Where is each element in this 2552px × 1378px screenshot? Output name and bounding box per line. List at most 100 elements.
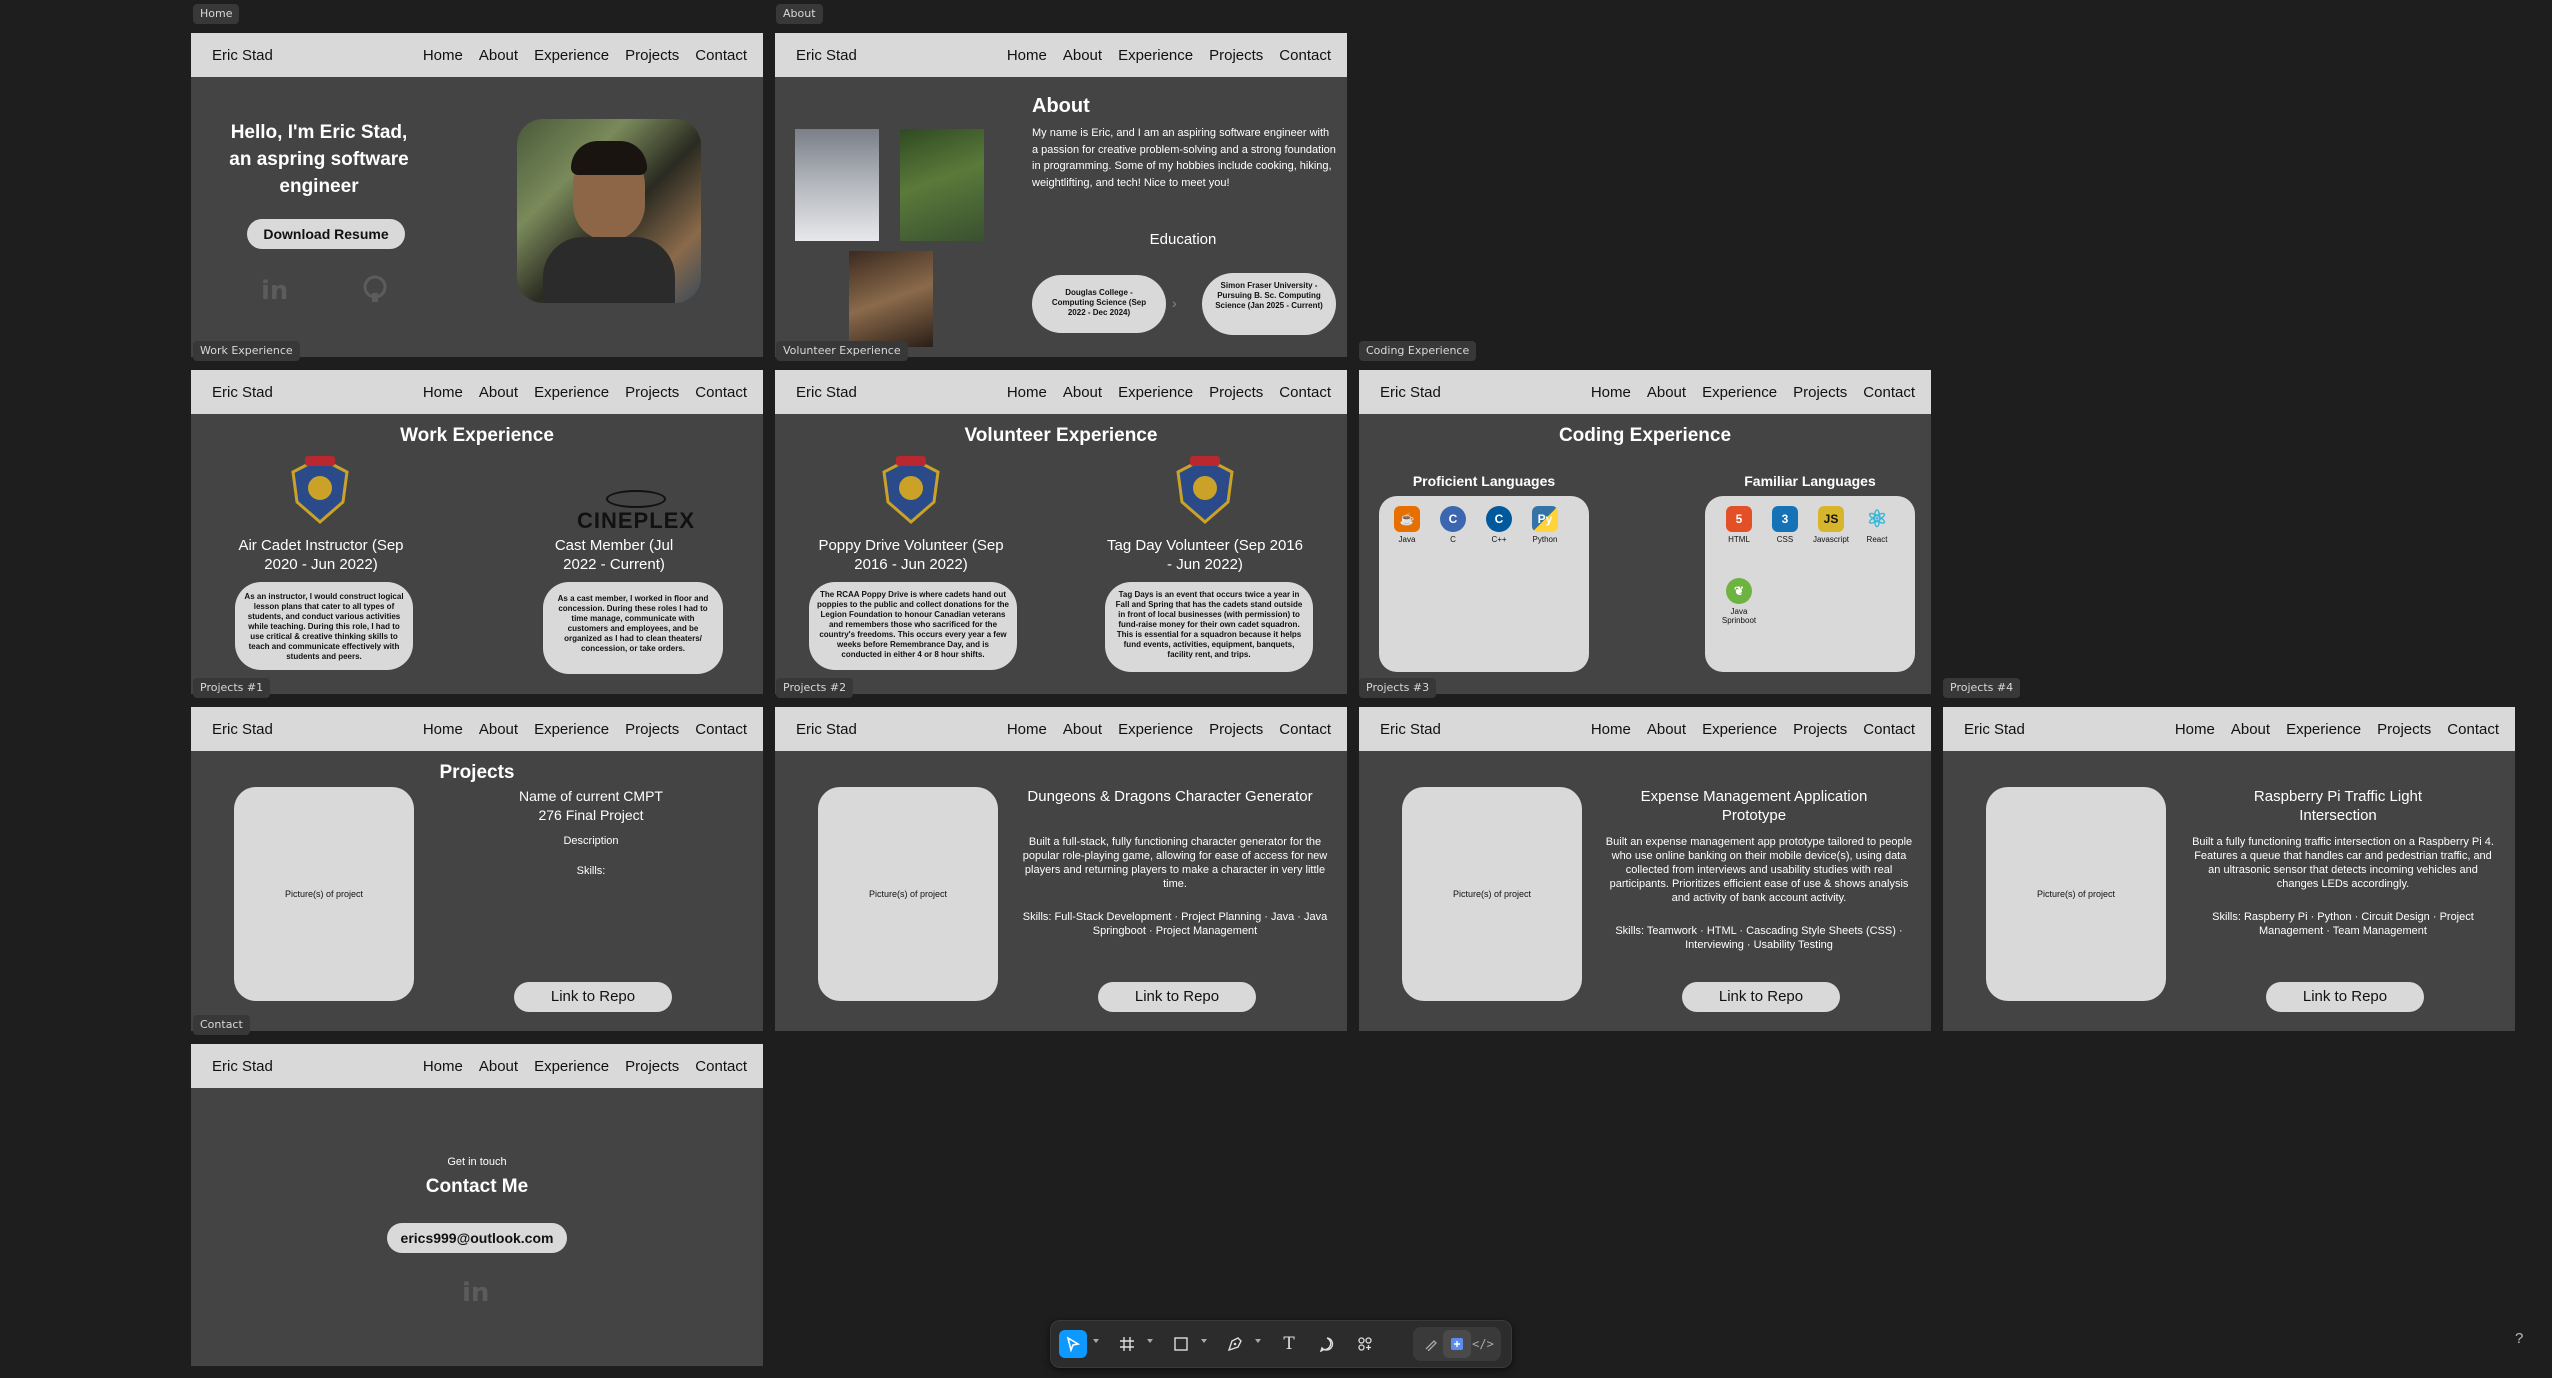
brand[interactable]: Eric Stad — [212, 721, 273, 738]
chevron-down-icon[interactable] — [1255, 1339, 1261, 1343]
linkedin-icon[interactable]: in — [261, 276, 288, 306]
frame-label-projects-1[interactable]: Projects #1 — [193, 678, 271, 698]
chevron-down-icon[interactable] — [1147, 1339, 1153, 1343]
nav-experience[interactable]: Experience — [2286, 721, 2361, 738]
brand[interactable]: Eric Stad — [212, 1058, 273, 1075]
frame-contact[interactable]: Eric Stad Home About Experience Projects… — [191, 1044, 763, 1366]
nav-contact[interactable]: Contact — [1279, 721, 1331, 738]
nav-contact[interactable]: Contact — [695, 1058, 747, 1075]
linkedin-icon[interactable]: in — [462, 1278, 489, 1308]
brand[interactable]: Eric Stad — [1380, 721, 1441, 738]
brand[interactable]: Eric Stad — [212, 384, 273, 401]
nav-home[interactable]: Home — [1007, 47, 1047, 64]
frame-label-home[interactable]: Home — [193, 4, 240, 24]
frame-label-projects-4[interactable]: Projects #4 — [1943, 678, 2021, 698]
frame-label-work[interactable]: Work Experience — [193, 341, 300, 361]
frame-coding-experience[interactable]: Eric Stad Home About Experience Projects… — [1359, 370, 1931, 694]
nav-contact[interactable]: Contact — [1279, 384, 1331, 401]
dev-mode-icon[interactable]: </> — [1469, 1330, 1497, 1358]
frame-label-projects-3[interactable]: Projects #3 — [1359, 678, 1437, 698]
nav-experience[interactable]: Experience — [1118, 384, 1193, 401]
nav-projects[interactable]: Projects — [1793, 721, 1847, 738]
frame-volunteer-experience[interactable]: Eric Stad Home About Experience Projects… — [775, 370, 1347, 694]
move-tool-button[interactable] — [1059, 1330, 1087, 1358]
comment-tool-button[interactable] — [1313, 1330, 1341, 1358]
email-pill[interactable]: erics999@outlook.com — [387, 1223, 567, 1253]
nav-projects[interactable]: Projects — [1209, 47, 1263, 64]
brand[interactable]: Eric Stad — [796, 721, 857, 738]
design-mode-icon[interactable] — [1443, 1330, 1471, 1358]
nav-contact[interactable]: Contact — [1863, 721, 1915, 738]
frame-projects-2[interactable]: Eric Stad Home About Experience Projects… — [775, 707, 1347, 1031]
pen-tool-button[interactable] — [1221, 1330, 1249, 1358]
frame-about[interactable]: Eric Stad Home About Experience Projects… — [775, 33, 1347, 357]
nav-home[interactable]: Home — [423, 384, 463, 401]
frame-projects-4[interactable]: Eric Stad Home About Experience Projects… — [1943, 707, 2515, 1031]
nav-contact[interactable]: Contact — [695, 721, 747, 738]
nav-home[interactable]: Home — [1591, 721, 1631, 738]
nav-projects[interactable]: Projects — [1209, 384, 1263, 401]
frame-label-about[interactable]: About — [776, 4, 823, 24]
nav-experience[interactable]: Experience — [1702, 721, 1777, 738]
nav-about[interactable]: About — [479, 721, 518, 738]
text-tool-button[interactable]: T — [1275, 1330, 1303, 1358]
nav-contact[interactable]: Contact — [695, 384, 747, 401]
chevron-down-icon[interactable] — [1201, 1339, 1207, 1343]
nav-home[interactable]: Home — [423, 47, 463, 64]
nav-about[interactable]: About — [2231, 721, 2270, 738]
frame-label-contact[interactable]: Contact — [193, 1015, 250, 1035]
frame-label-coding[interactable]: Coding Experience — [1359, 341, 1477, 361]
nav-experience[interactable]: Experience — [534, 721, 609, 738]
nav-about[interactable]: About — [1063, 721, 1102, 738]
nav-about[interactable]: About — [479, 1058, 518, 1075]
nav-home[interactable]: Home — [1007, 384, 1047, 401]
nav-about[interactable]: About — [1647, 384, 1686, 401]
nav-experience[interactable]: Experience — [534, 1058, 609, 1075]
draw-mode-icon[interactable] — [1417, 1330, 1445, 1358]
nav-projects[interactable]: Projects — [1793, 384, 1847, 401]
nav-contact[interactable]: Contact — [695, 47, 747, 64]
nav-projects[interactable]: Projects — [625, 47, 679, 64]
link-to-repo-button[interactable]: Link to Repo — [2266, 982, 2424, 1012]
nav-contact[interactable]: Contact — [1863, 384, 1915, 401]
nav-about[interactable]: About — [1647, 721, 1686, 738]
brand[interactable]: Eric Stad — [1964, 721, 2025, 738]
link-to-repo-button[interactable]: Link to Repo — [514, 982, 672, 1012]
link-to-repo-button[interactable]: Link to Repo — [1098, 982, 1256, 1012]
brand[interactable]: Eric Stad — [796, 384, 857, 401]
github-icon[interactable] — [361, 275, 389, 308]
nav-projects[interactable]: Projects — [625, 1058, 679, 1075]
frame-projects-3[interactable]: Eric Stad Home About Experience Projects… — [1359, 707, 1931, 1031]
nav-home[interactable]: Home — [1007, 721, 1047, 738]
shape-tool-button[interactable] — [1167, 1330, 1195, 1358]
frame-home[interactable]: Eric Stad Home About Experience Projects… — [191, 33, 763, 357]
chevron-down-icon[interactable] — [1093, 1339, 1099, 1343]
nav-contact[interactable]: Contact — [1279, 47, 1331, 64]
nav-experience[interactable]: Experience — [1118, 47, 1193, 64]
nav-home[interactable]: Home — [2175, 721, 2215, 738]
frame-projects-1[interactable]: Eric Stad Home About Experience Projects… — [191, 707, 763, 1031]
nav-home[interactable]: Home — [423, 721, 463, 738]
nav-home[interactable]: Home — [423, 1058, 463, 1075]
brand[interactable]: Eric Stad — [796, 47, 857, 64]
nav-experience[interactable]: Experience — [1702, 384, 1777, 401]
nav-about[interactable]: About — [479, 47, 518, 64]
download-resume-button[interactable]: Download Resume — [247, 219, 405, 249]
frame-work-experience[interactable]: Eric Stad Home About Experience Projects… — [191, 370, 763, 694]
nav-experience[interactable]: Experience — [534, 384, 609, 401]
brand[interactable]: Eric Stad — [212, 47, 273, 64]
nav-projects[interactable]: Projects — [2377, 721, 2431, 738]
nav-about[interactable]: About — [1063, 47, 1102, 64]
nav-experience[interactable]: Experience — [534, 47, 609, 64]
actions-tool-button[interactable] — [1351, 1330, 1379, 1358]
nav-about[interactable]: About — [479, 384, 518, 401]
brand[interactable]: Eric Stad — [1380, 384, 1441, 401]
nav-about[interactable]: About — [1063, 384, 1102, 401]
nav-projects[interactable]: Projects — [625, 721, 679, 738]
help-button[interactable]: ? — [2515, 1330, 2523, 1347]
nav-home[interactable]: Home — [1591, 384, 1631, 401]
link-to-repo-button[interactable]: Link to Repo — [1682, 982, 1840, 1012]
frame-label-projects-2[interactable]: Projects #2 — [776, 678, 854, 698]
nav-experience[interactable]: Experience — [1118, 721, 1193, 738]
frame-tool-button[interactable] — [1113, 1330, 1141, 1358]
